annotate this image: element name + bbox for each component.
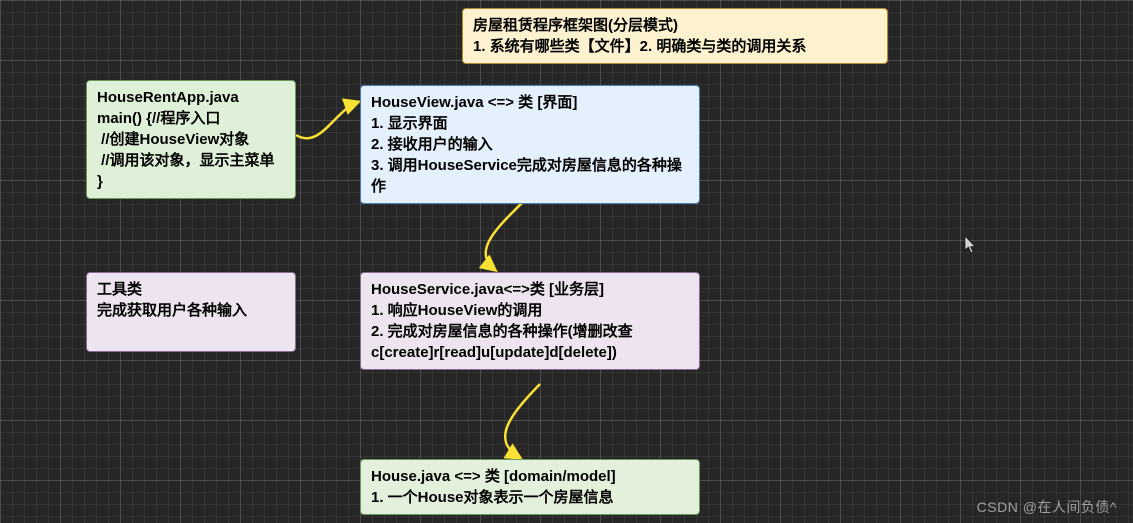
title-box[interactable]: 房屋租赁程序框架图(分层模式) 1. 系统有哪些类【文件】2. 明确类与类的调用… bbox=[462, 8, 888, 64]
arrow-app-to-view bbox=[296, 102, 358, 138]
node-house-view[interactable]: HouseView.java <=> 类 [界面] 1. 显示界面 2. 接收用… bbox=[360, 85, 700, 204]
arrow-view-to-service bbox=[486, 195, 530, 270]
mouse-cursor-icon bbox=[964, 235, 978, 255]
arrow-service-to-model bbox=[505, 384, 540, 458]
watermark-text: CSDN @在人间负债^ bbox=[977, 497, 1117, 517]
arrow-layer bbox=[0, 0, 1133, 523]
node-house-service[interactable]: HouseService.java<=>类 [业务层] 1. 响应HouseVi… bbox=[360, 272, 700, 370]
node-house-rent-app[interactable]: HouseRentApp.java main() {//程序入口 //创建Hou… bbox=[86, 80, 296, 199]
node-house-model[interactable]: House.java <=> 类 [domain/model] 1. 一个Hou… bbox=[360, 459, 700, 515]
node-util[interactable]: 工具类 完成获取用户各种输入 bbox=[86, 272, 296, 352]
diagram-canvas[interactable]: 房屋租赁程序框架图(分层模式) 1. 系统有哪些类【文件】2. 明确类与类的调用… bbox=[0, 0, 1133, 523]
